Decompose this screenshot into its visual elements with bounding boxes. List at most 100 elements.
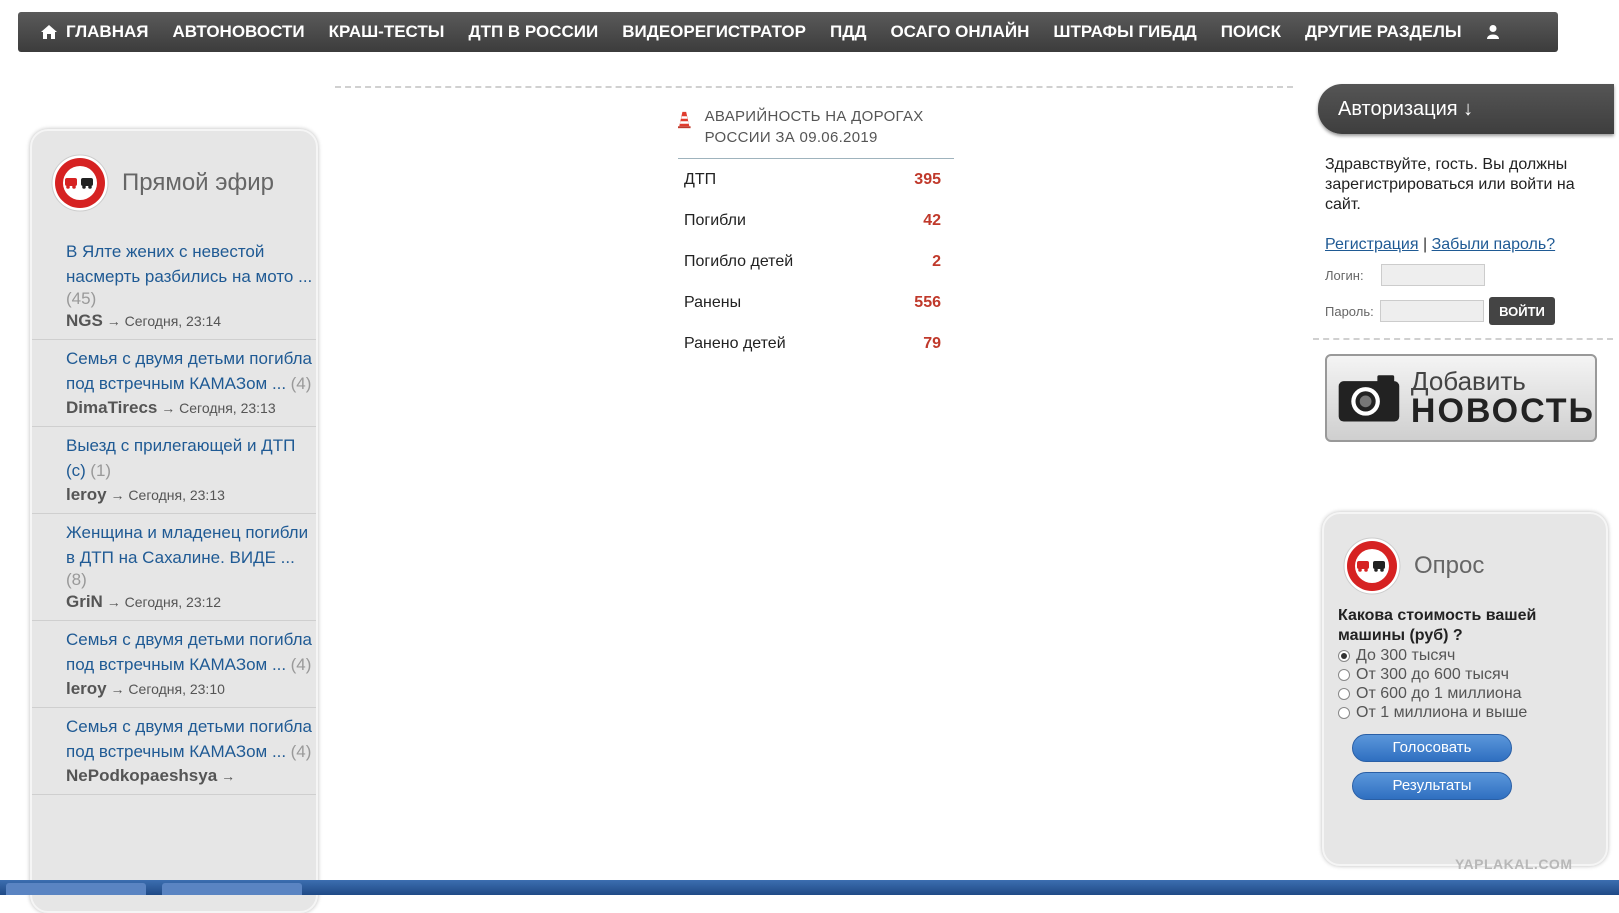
nav-item-label: ДРУГИЕ РАЗДЕЛЫ [1305,22,1462,41]
live-feed-title: Прямой эфир [122,169,274,196]
stat-value: 395 [914,170,941,188]
news-meta: DimaTirecs → Сегодня, 23:13 [66,398,316,418]
poll-panel: Опрос Какова стоимость вашей машины (руб… [1322,512,1608,866]
poll-option[interactable]: От 300 до 600 тысяч [1338,665,1606,684]
poll-option-label: От 1 миллиона и выше [1356,703,1528,721]
login-label: Логин: [1325,267,1364,283]
nav-item-user[interactable] [1486,24,1508,40]
nav-item-label: КРАШ-ТЕСТЫ [328,22,445,41]
poll-option[interactable]: До 300 тысяч [1338,646,1606,665]
news-link[interactable]: В Ялте жених с невестой насмерть разбили… [66,242,312,286]
vote-button[interactable]: Голосовать [1352,734,1512,762]
author-link[interactable]: GriN [66,592,103,611]
stats-title: АВАРИЙНОСТЬ НА ДОРОГАХ РОССИИ ЗА 09.06.2… [704,108,924,146]
author-link[interactable]: leroy [66,679,107,698]
stat-row: Ранены 556 [678,282,954,323]
author-link[interactable]: leroy [66,485,107,504]
news-link[interactable]: Семья с двумя детьми погибла под встречн… [66,717,312,761]
stat-label: Ранено детей [684,334,786,352]
live-feed-panel: Прямой эфир В Ялте жених с невестой насм… [30,129,318,913]
auth-links: Регистрация | Забыли пароль? [1325,236,1555,254]
camera-icon [1338,375,1400,422]
live-feed-list: В Ялте жених с невестой насмерть разбили… [32,233,316,795]
poll-option[interactable]: От 1 миллиона и выше [1338,703,1606,722]
nav-item-dashcam[interactable]: ВИДЕОРЕГИСТРАТОР [622,22,806,42]
poll-option[interactable]: От 600 до 1 миллиона [1338,684,1606,703]
timestamp: → Сегодня, 23:13 [161,400,276,416]
add-news-line1: Добавить [1410,366,1526,396]
author-link[interactable]: NGS [66,311,103,330]
nav-item-label: ВИДЕОРЕГИСТРАТОР [622,22,806,41]
no-overtaking-sign-icon [51,154,109,212]
register-link[interactable]: Регистрация [1325,236,1419,253]
user-icon [1486,25,1499,39]
password-label: Пароль: [1325,303,1374,319]
nav-item-dtp-russia[interactable]: ДТП В РОССИИ [468,22,598,42]
poll-header: Опрос [1324,514,1606,598]
nav-item-autonews[interactable]: АВТОНОВОСТИ [172,22,304,42]
add-news-line2: НОВОСТЬ [1410,392,1595,430]
poll-option-label: До 300 тысяч [1356,646,1456,664]
timestamp: → Сегодня, 23:10 [110,681,225,697]
taskbar-button[interactable] [162,883,302,895]
nav-item-search[interactable]: ПОИСК [1221,22,1281,42]
auth-title: Авторизация ↓ [1338,97,1474,120]
list-item: Женщина и младенец погибли в ДТП на Саха… [32,514,316,621]
login-button[interactable]: ВОЙТИ [1489,297,1555,325]
radio-button[interactable] [1338,687,1350,700]
nav-item-osago[interactable]: ОСАГО ОНЛАЙН [890,22,1029,42]
nav-item-crash-tests[interactable]: КРАШ-ТЕСТЫ [329,22,445,42]
comment-count: (8) [66,570,87,589]
taskbar-button[interactable] [6,883,146,895]
add-news-button[interactable]: Добавить НОВОСТЬ [1325,354,1597,442]
stats-header: АВАРИЙНОСТЬ НА ДОРОГАХ РОССИИ ЗА 09.06.2… [678,106,954,159]
author-link[interactable]: NePodkopaeshsya [66,766,217,785]
list-item: Семья с двумя детьми погибла под встречн… [32,708,316,795]
list-item: В Ялте жених с невестой насмерть разбили… [32,233,316,340]
nav-item-home[interactable]: ГЛАВНАЯ [40,22,148,42]
poll-title: Опрос [1414,552,1485,579]
password-input[interactable] [1380,300,1484,322]
timestamp: → Сегодня, 23:12 [106,594,222,610]
stat-value: 556 [914,293,941,311]
no-overtaking-sign-icon [1343,537,1401,595]
nav-item-label: АВТОНОВОСТИ [172,22,305,41]
news-link[interactable]: Женщина и младенец погибли в ДТП на Саха… [66,523,308,567]
comment-count: (4) [290,655,312,674]
divider [335,86,1293,88]
news-link[interactable]: Семья с двумя детьми погибла под встречн… [66,349,312,393]
timestamp: → Сегодня, 23:14 [106,313,222,329]
stat-value: 42 [923,211,941,229]
nav-item-fines[interactable]: ШТРАФЫ ГИБДД [1053,22,1196,42]
link-separator: | [1422,236,1428,253]
author-link[interactable]: DimaTirecs [66,398,157,417]
radio-button[interactable] [1338,706,1350,719]
news-meta: leroy → Сегодня, 23:10 [66,679,316,699]
site-watermark: YAPLAKAL.COM [1455,856,1573,872]
login-input[interactable] [1381,264,1485,286]
traffic-cone-icon [678,111,691,129]
news-link[interactable]: Семья с двумя детьми погибла под встречн… [66,630,312,674]
forgot-password-link[interactable]: Забыли пароль? [1432,236,1556,253]
stat-row: Погибли 42 [678,200,954,241]
nav-item-other-sections[interactable]: ДРУГИЕ РАЗДЕЛЫ [1305,22,1462,42]
password-row: Пароль: ВОЙТИ [1325,297,1555,325]
poll-question: Какова стоимость вашей машины (руб) ? [1338,607,1537,644]
auth-toggle[interactable]: Авторизация ↓ [1318,84,1614,134]
radio-button[interactable] [1338,668,1350,681]
nav-item-label: ПДД [829,22,867,41]
nav-item-label: ПОИСК [1220,22,1282,41]
list-item: Семья с двумя детьми погибла под встречн… [32,621,316,708]
timestamp: → Сегодня, 23:13 [110,487,225,503]
comment-count: (4) [290,374,312,393]
divider [1313,338,1613,340]
list-item: Семья с двумя детьми погибла под встречн… [32,340,316,427]
poll-option-label: От 300 до 600 тысяч [1356,665,1510,683]
radio-button[interactable] [1338,649,1350,662]
poll-option-label: От 600 до 1 миллиона [1356,684,1522,702]
comment-count: (4) [290,742,312,761]
nav-item-label: ОСАГО ОНЛАЙН [890,22,1030,41]
nav-item-pdd[interactable]: ПДД [830,22,866,42]
results-button[interactable]: Результаты [1352,772,1512,800]
comment-count: (1) [90,461,112,480]
